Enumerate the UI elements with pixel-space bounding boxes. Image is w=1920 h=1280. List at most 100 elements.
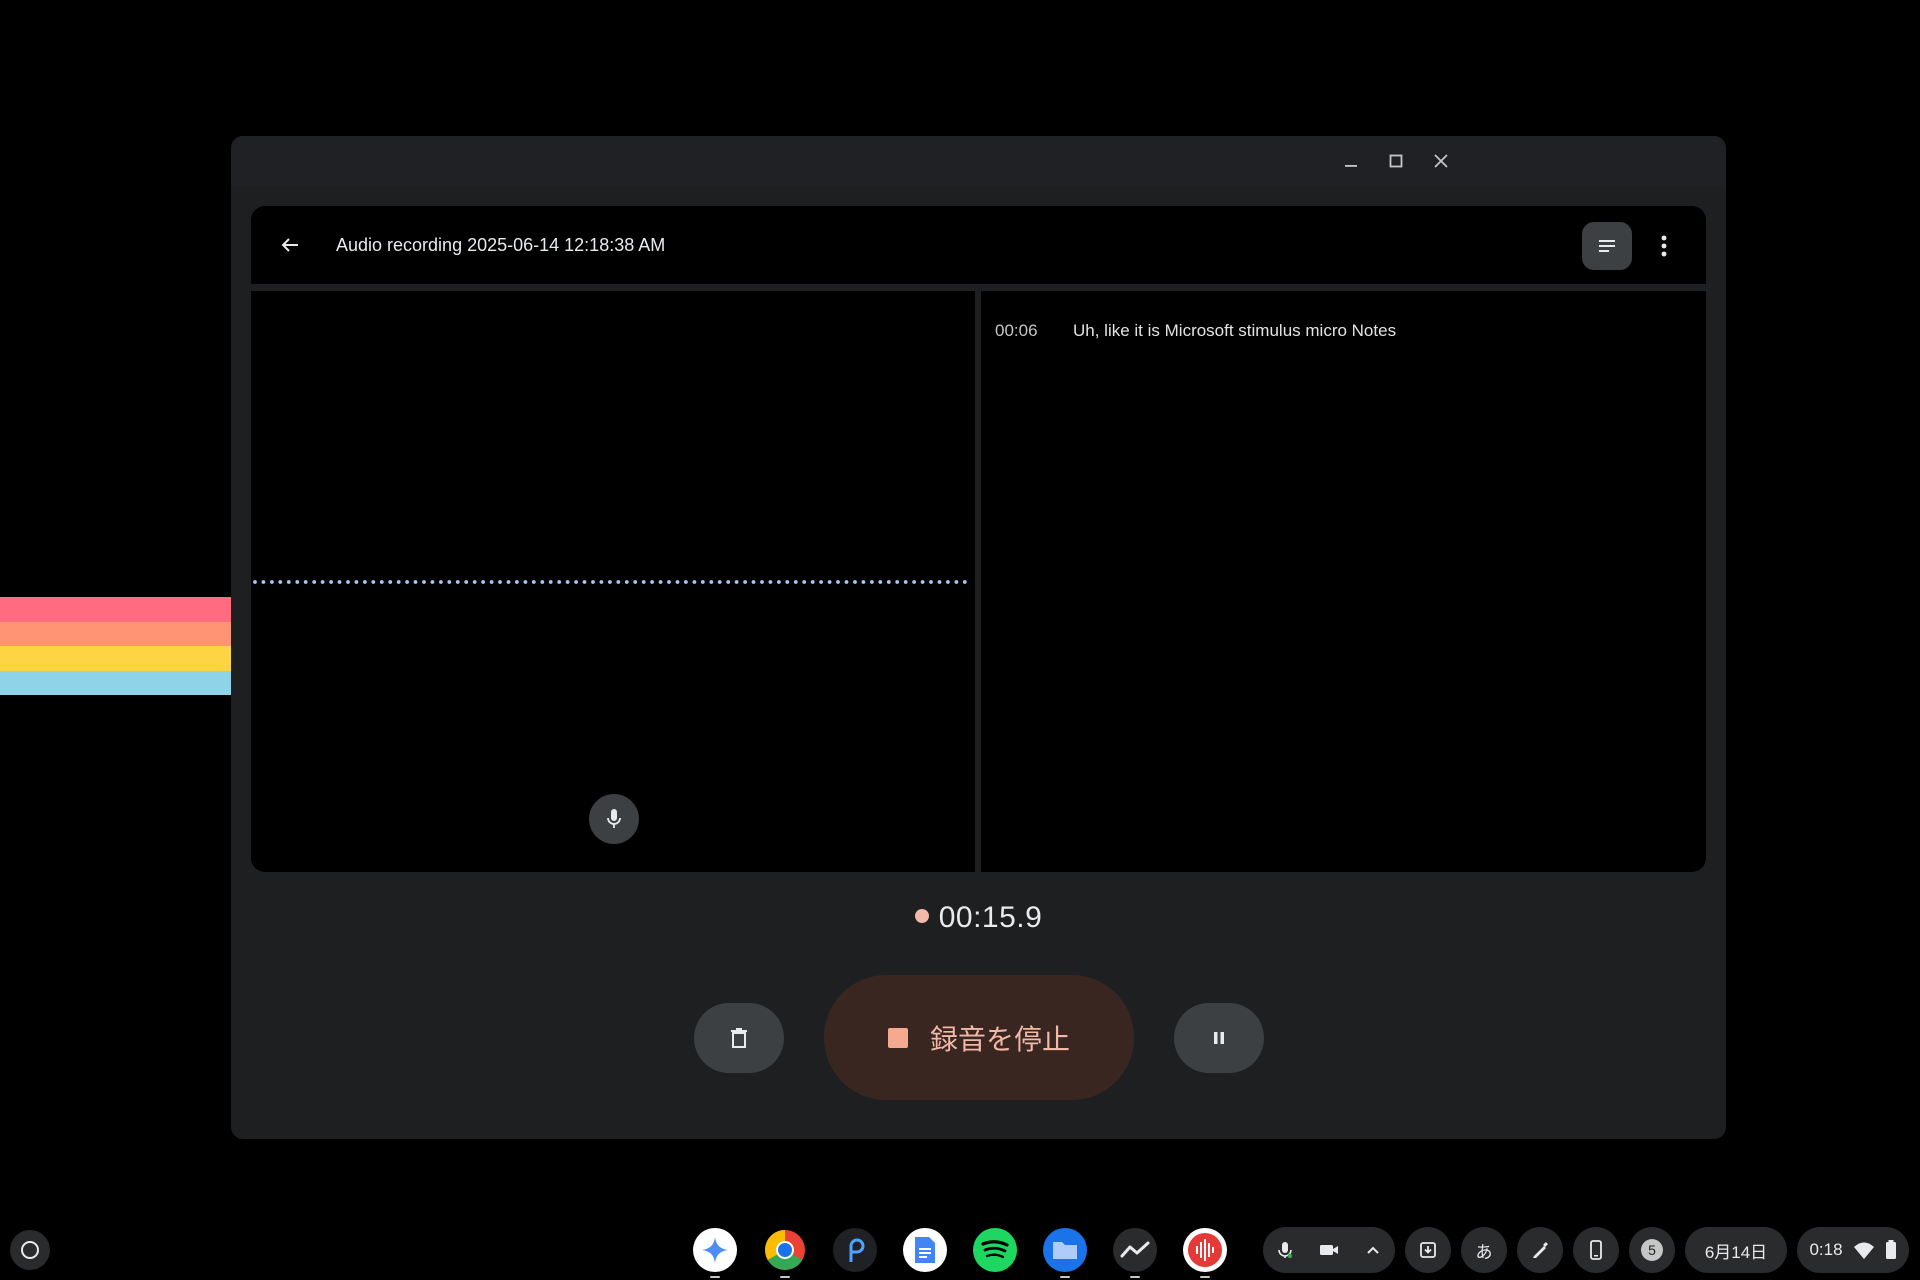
waveform-sample [270, 580, 274, 584]
waveform-sample [540, 580, 545, 584]
download-tray-icon [1420, 1242, 1436, 1258]
capture-status-pod[interactable] [1263, 1227, 1395, 1273]
waveform-sample [295, 580, 300, 584]
recorder-app[interactable] [1183, 1228, 1227, 1278]
waveform-sample [531, 580, 536, 584]
waveform-sample [810, 580, 815, 584]
activity-app[interactable] [1113, 1228, 1157, 1278]
waveform-sample [726, 580, 731, 584]
waveform-sample [565, 580, 570, 584]
waveform-sample [371, 580, 376, 584]
chrome-icon [765, 1230, 805, 1270]
system-tray[interactable]: 0:18 [1797, 1227, 1909, 1273]
waveform-sample [464, 580, 469, 584]
phone-hub-button[interactable] [1573, 1227, 1619, 1273]
waveform-sample [768, 580, 773, 584]
files-icon [1053, 1242, 1077, 1259]
recorder-window: Audio recording 2025-06-14 12:18:38 AM 0… [231, 136, 1726, 1139]
waveform-sample [709, 580, 714, 584]
docs-app[interactable] [903, 1228, 947, 1272]
stop-icon [887, 1027, 908, 1048]
elapsed-time: 00:15.9 [938, 901, 1043, 934]
trash-icon [731, 1028, 747, 1048]
wifi-icon [1853, 1242, 1874, 1259]
waveform-sample [506, 580, 511, 584]
transcript-toggle-button[interactable] [1582, 222, 1632, 270]
date-label: 6月14日 [1704, 1242, 1768, 1262]
waveform-sample [582, 580, 587, 584]
waveform-sample [320, 580, 325, 584]
mic-icon [1278, 1242, 1293, 1259]
waveform-sample [675, 580, 680, 584]
waveform-sample [312, 580, 317, 584]
waveform-sample [700, 580, 705, 584]
waveform-sample [793, 580, 798, 584]
waveform-pane [251, 291, 975, 872]
waveform-sample [455, 580, 460, 584]
pen-app[interactable] [833, 1228, 877, 1272]
window-titlebar [231, 136, 1726, 186]
date-tray[interactable]: 6月14日 [1685, 1227, 1787, 1273]
waveform-sample [608, 580, 612, 584]
waveform-sample [286, 580, 291, 584]
close-icon [1434, 154, 1448, 168]
more-options-button[interactable] [1644, 226, 1684, 266]
ime-button[interactable]: あ [1461, 1227, 1507, 1273]
app-bar: Audio recording 2025-06-14 12:18:38 AM [251, 206, 1706, 284]
minimize-button[interactable] [1336, 146, 1366, 176]
waveform-sample [481, 580, 485, 584]
stop-recording-label: 録音を停止 [929, 1023, 1070, 1055]
activity-icon [1120, 1241, 1150, 1258]
microphone-button[interactable] [589, 794, 639, 844]
delete-button[interactable] [694, 1003, 784, 1073]
phone-icon [1590, 1240, 1602, 1260]
waveform-sample [633, 580, 638, 584]
gemini-app[interactable] [693, 1228, 737, 1278]
waveform-sample [303, 580, 308, 584]
chevron-up-icon [1367, 1246, 1379, 1254]
waveform-sample [641, 580, 646, 584]
waveform-sample [354, 580, 359, 584]
pause-button[interactable] [1174, 1003, 1264, 1073]
minimize-icon [1345, 165, 1357, 167]
spotify-icon [981, 1240, 1009, 1259]
waveform-sample [937, 580, 942, 584]
notification-counter[interactable]: 5 [1629, 1227, 1675, 1273]
spotify-app[interactable] [973, 1228, 1017, 1272]
stop-recording-button[interactable]: 録音を停止 [824, 975, 1134, 1100]
waveform-sample [827, 580, 832, 584]
waveform-sample [523, 580, 528, 584]
back-button[interactable] [273, 228, 307, 262]
waveform-sample [954, 580, 959, 584]
waveform-sample [717, 580, 722, 584]
waveform-sample [861, 580, 866, 584]
docs-icon [915, 1237, 935, 1263]
recording-title: Audio recording 2025-06-14 12:18:38 AM [336, 235, 666, 255]
waveform-sample [599, 580, 604, 584]
holding-space-button[interactable] [1405, 1227, 1451, 1273]
waveform-sample [836, 580, 840, 584]
chrome-app[interactable] [763, 1228, 807, 1278]
waveform-sample [624, 580, 629, 584]
launcher-button[interactable] [10, 1230, 50, 1270]
pen-icon [1533, 1242, 1548, 1258]
recording-dot-icon [914, 909, 929, 923]
waveform-sample [253, 580, 257, 584]
transcript-pane: 00:06 Uh, like it is Microsoft stimulus m… [981, 291, 1706, 872]
waveform-sample [650, 580, 654, 584]
waveform-sample [346, 580, 350, 584]
waveform-sample [886, 580, 891, 584]
waveform-sample [472, 580, 477, 584]
files-app[interactable] [1043, 1228, 1087, 1278]
transcript-row[interactable]: 00:06 Uh, like it is Microsoft stimulus m… [995, 321, 1396, 341]
stylus-button[interactable] [1517, 1227, 1563, 1273]
waveform-sample [447, 580, 452, 584]
transcript-timestamp: 00:06 [995, 321, 1038, 340]
close-button[interactable] [1426, 146, 1456, 176]
maximize-button[interactable] [1381, 146, 1411, 176]
waveform-sample [844, 580, 849, 584]
pen-app-icon [849, 1238, 865, 1262]
shelf: あ 5 6月14日 0:18 [0, 1220, 1920, 1280]
ime-label: あ [1475, 1242, 1493, 1262]
waveform-sample [363, 580, 367, 584]
